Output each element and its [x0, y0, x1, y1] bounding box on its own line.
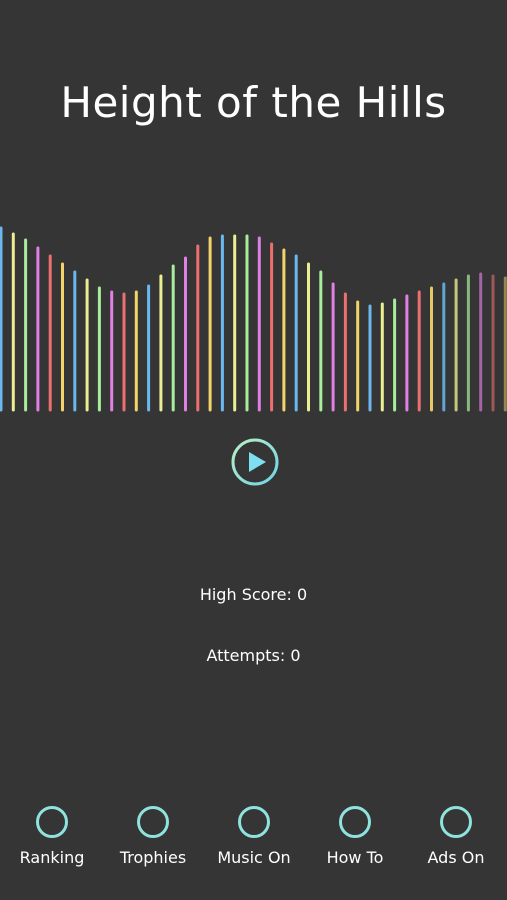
ads-label: Ads On — [427, 848, 485, 867]
attempts-text: Attempts: 0 — [206, 646, 301, 665]
trophies-circle-icon — [137, 806, 169, 838]
trophies-label: Trophies — [119, 848, 187, 867]
ads-circle-icon — [440, 806, 472, 838]
game-title: Height of the Hills — [60, 78, 447, 127]
ranking-button[interactable]: Ranking — [2, 806, 102, 867]
ranking-label: Ranking — [19, 848, 85, 867]
high-score-text: High Score: 0 — [199, 585, 308, 604]
music-toggle-button[interactable]: Music On — [204, 806, 304, 867]
trophies-button[interactable]: Trophies — [103, 806, 203, 867]
ranking-circle-icon — [36, 806, 68, 838]
how-to-circle-icon — [339, 806, 371, 838]
play-icon — [249, 452, 266, 472]
bottom-nav: Ranking Trophies Music On How To Ads On — [0, 806, 507, 886]
ads-toggle-button[interactable]: Ads On — [406, 806, 506, 867]
music-circle-icon — [238, 806, 270, 838]
hills-visualizer — [0, 226, 507, 412]
music-label: Music On — [217, 848, 291, 867]
how-to-button[interactable]: How To — [305, 806, 405, 867]
play-button[interactable] — [230, 437, 280, 487]
how-to-label: How To — [326, 848, 384, 867]
